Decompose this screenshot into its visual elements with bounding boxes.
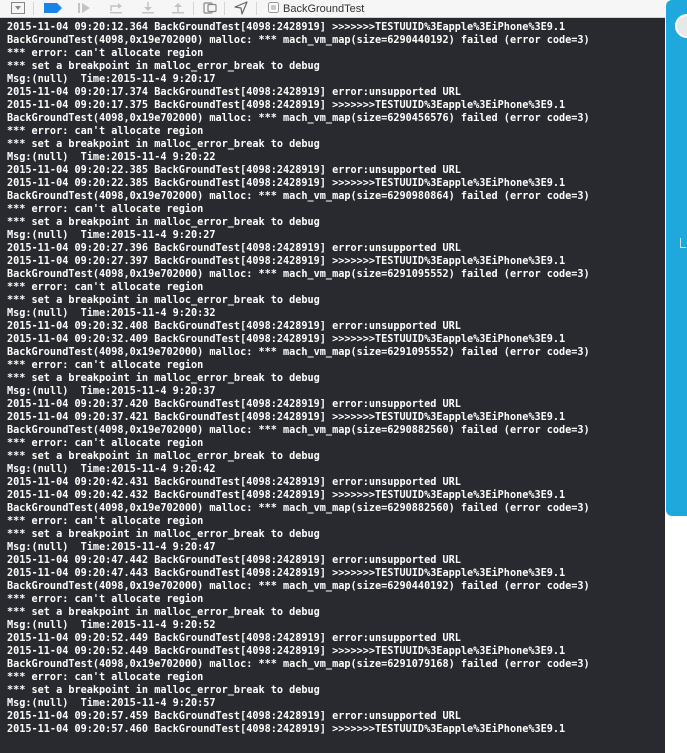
console-line: *** error: can't allocate region	[7, 48, 204, 59]
console-line: *** set a breakpoint in malloc_error_bre…	[7, 451, 320, 462]
toolbar-divider	[224, 2, 225, 15]
console-line: 2015-11-04 09:20:42.431 BackGroundTest[4…	[7, 477, 461, 488]
console-line: BackGroundTest(4098,0x19e702000) malloc:…	[7, 269, 590, 280]
console-line: Msg:(null) Time:2015-11-4 9:20:47	[7, 542, 216, 553]
console-line: 2015-11-04 09:20:17.375 BackGroundTest[4…	[7, 100, 566, 111]
console-line: BackGroundTest(4098,0x19e702000) malloc:…	[7, 503, 590, 514]
target-app-name: BackGroundTest	[283, 2, 365, 15]
hide-console-icon[interactable]	[10, 1, 26, 15]
console-line: *** error: can't allocate region	[7, 594, 204, 605]
console-line: *** set a breakpoint in malloc_error_bre…	[7, 529, 320, 540]
console-line: Msg:(null) Time:2015-11-4 9:20:42	[7, 464, 216, 475]
target-app-icon	[268, 0, 279, 18]
console-line: *** set a breakpoint in malloc_error_bre…	[7, 373, 320, 384]
console-line: 2015-11-04 09:20:42.432 BackGroundTest[4…	[7, 490, 566, 501]
target-app-selector[interactable]: BackGroundTest	[268, 1, 364, 16]
console-line: 2015-11-04 09:20:27.396 BackGroundTest[4…	[7, 243, 461, 254]
console-line: 2015-11-04 09:20:37.421 BackGroundTest[4…	[7, 412, 566, 423]
console-line: Msg:(null) Time:2015-11-4 9:20:57	[7, 698, 216, 709]
console-line: 2015-11-04 09:20:52.449 BackGroundTest[4…	[7, 633, 461, 644]
console-line: BackGroundTest(4098,0x19e702000) malloc:…	[7, 425, 590, 436]
toolbar-divider	[193, 2, 194, 15]
console-line: Msg:(null) Time:2015-11-4 9:20:37	[7, 386, 216, 397]
console-line: 2015-11-04 09:20:12.364 BackGroundTest[4…	[7, 22, 566, 33]
console-line: *** error: can't allocate region	[7, 516, 204, 527]
toolbar-divider	[33, 2, 34, 15]
console-line: BackGroundTest(4098,0x19e702000) malloc:…	[7, 35, 590, 46]
side-panel	[666, 0, 687, 516]
console-line: BackGroundTest(4098,0x19e702000) malloc:…	[7, 581, 590, 592]
console-line: *** error: can't allocate region	[7, 282, 204, 293]
console-output[interactable]: 2015-11-04 09:20:12.364 BackGroundTest[4…	[0, 18, 665, 753]
step-in-icon[interactable]	[140, 1, 156, 15]
console-line: Msg:(null) Time:2015-11-4 9:20:27	[7, 230, 216, 241]
step-over-icon[interactable]	[108, 1, 124, 15]
step-out-icon[interactable]	[170, 1, 186, 15]
console-line: Msg:(null) Time:2015-11-4 9:20:52	[7, 620, 216, 631]
console-line: Msg:(null) Time:2015-11-4 9:20:22	[7, 152, 216, 163]
console-line: BackGroundTest(4098,0x19e702000) malloc:…	[7, 347, 590, 358]
panel-mark-icon	[680, 238, 686, 248]
console-line: 2015-11-04 09:20:22.385 BackGroundTest[4…	[7, 165, 461, 176]
console-line: *** set a breakpoint in malloc_error_bre…	[7, 295, 320, 306]
console-line: *** set a breakpoint in malloc_error_bre…	[7, 139, 320, 150]
console-line: 2015-11-04 09:20:32.409 BackGroundTest[4…	[7, 334, 566, 345]
console-line: *** set a breakpoint in malloc_error_bre…	[7, 685, 320, 696]
console-line: Msg:(null) Time:2015-11-4 9:20:17	[7, 74, 216, 85]
console-line: Msg:(null) Time:2015-11-4 9:20:32	[7, 308, 216, 319]
console-log: 2015-11-04 09:20:12.364 BackGroundTest[4…	[0, 18, 665, 736]
console-line: *** error: can't allocate region	[7, 204, 204, 215]
console-line: *** error: can't allocate region	[7, 672, 204, 683]
console-line: 2015-11-04 09:20:17.374 BackGroundTest[4…	[7, 87, 461, 98]
simulate-location-icon[interactable]	[233, 1, 249, 15]
console-line: 2015-11-04 09:20:57.460 BackGroundTest[4…	[7, 724, 566, 735]
console-line: *** set a breakpoint in malloc_error_bre…	[7, 217, 320, 228]
console-line: *** error: can't allocate region	[7, 360, 204, 371]
view-debugger-icon[interactable]	[202, 1, 218, 15]
debug-toolbar: BackGroundTest	[0, 0, 665, 18]
console-line: 2015-11-04 09:20:57.459 BackGroundTest[4…	[7, 711, 461, 722]
console-line: *** set a breakpoint in malloc_error_bre…	[7, 61, 320, 72]
console-line: *** set a breakpoint in malloc_error_bre…	[7, 607, 320, 618]
console-line: 2015-11-04 09:20:32.408 BackGroundTest[4…	[7, 321, 461, 332]
console-line: *** error: can't allocate region	[7, 126, 204, 137]
console-line: 2015-11-04 09:20:52.449 BackGroundTest[4…	[7, 646, 566, 657]
console-line: 2015-11-04 09:20:27.397 BackGroundTest[4…	[7, 256, 566, 267]
console-line: 2015-11-04 09:20:47.442 BackGroundTest[4…	[7, 555, 461, 566]
console-line: BackGroundTest(4098,0x19e702000) malloc:…	[7, 113, 590, 124]
console-line: BackGroundTest(4098,0x19e702000) malloc:…	[7, 659, 590, 670]
console-line: *** error: can't allocate region	[7, 438, 204, 449]
console-line: 2015-11-04 09:20:47.443 BackGroundTest[4…	[7, 568, 566, 579]
console-line: 2015-11-04 09:20:22.385 BackGroundTest[4…	[7, 178, 566, 189]
toolbar-divider	[256, 2, 257, 15]
console-line: 2015-11-04 09:20:37.420 BackGroundTest[4…	[7, 399, 461, 410]
breakpoint-icon[interactable]	[43, 1, 63, 15]
console-line: BackGroundTest(4098,0x19e702000) malloc:…	[7, 191, 590, 202]
continue-icon[interactable]	[76, 1, 92, 15]
